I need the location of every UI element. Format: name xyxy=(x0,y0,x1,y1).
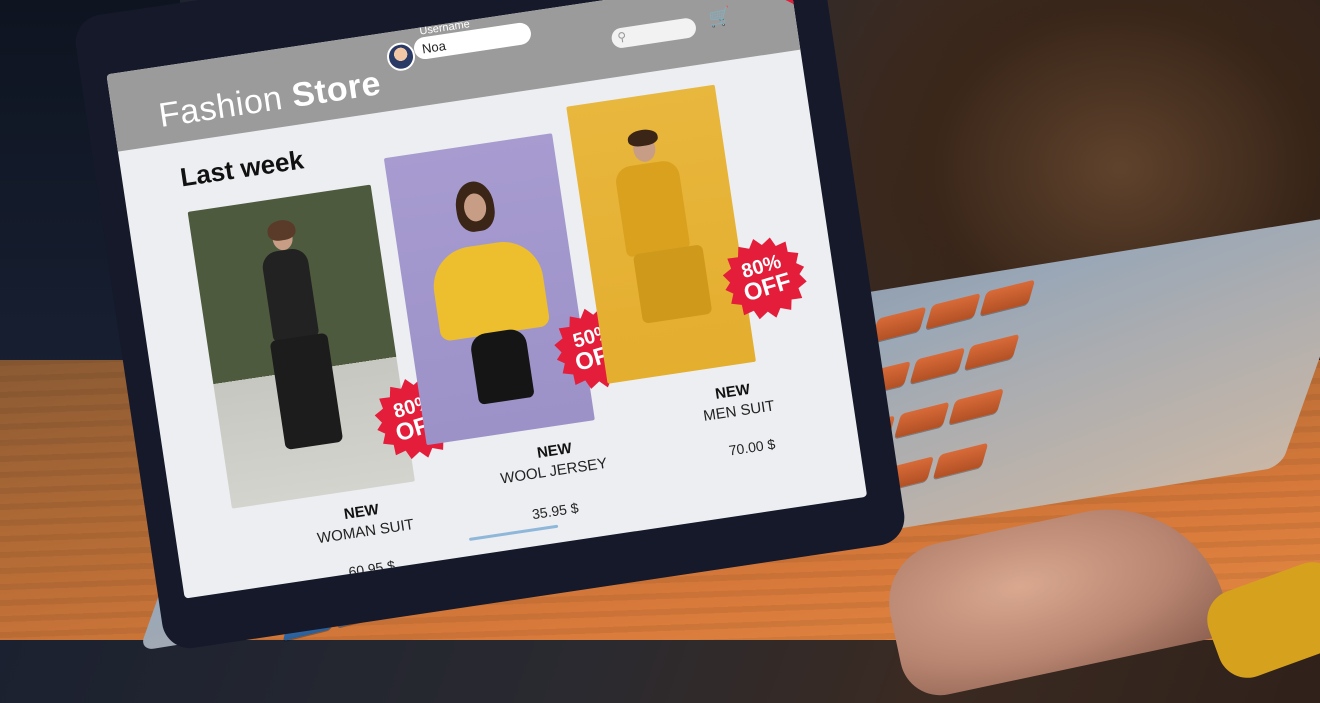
scroll-indicator[interactable] xyxy=(468,524,559,541)
product-name[interactable]: WOMAN SUIT xyxy=(316,516,415,547)
laptop-screen-bezel: Fashion Store Username ⚲ 🛒 Last week 80%… xyxy=(71,0,909,652)
product-tag: NEW xyxy=(342,501,380,524)
product-price: 60.95 $ xyxy=(347,557,397,581)
search-icon: ⚲ xyxy=(616,29,628,45)
cart-icon[interactable]: 🛒 xyxy=(707,6,732,30)
product-tag: NEW xyxy=(714,380,752,403)
section-title: Last week xyxy=(178,144,306,193)
laptop-screen: Fashion Store Username ⚲ 🛒 Last week 80%… xyxy=(106,0,868,599)
product-name[interactable]: MEN SUIT xyxy=(702,397,775,424)
product-name[interactable]: WOOL JERSEY xyxy=(499,455,608,488)
product-tag: NEW xyxy=(535,439,574,462)
product-price: 70.00 $ xyxy=(727,435,777,459)
product-image-woman-suit[interactable] xyxy=(187,184,415,509)
product-price: 35.95 $ xyxy=(530,499,580,523)
